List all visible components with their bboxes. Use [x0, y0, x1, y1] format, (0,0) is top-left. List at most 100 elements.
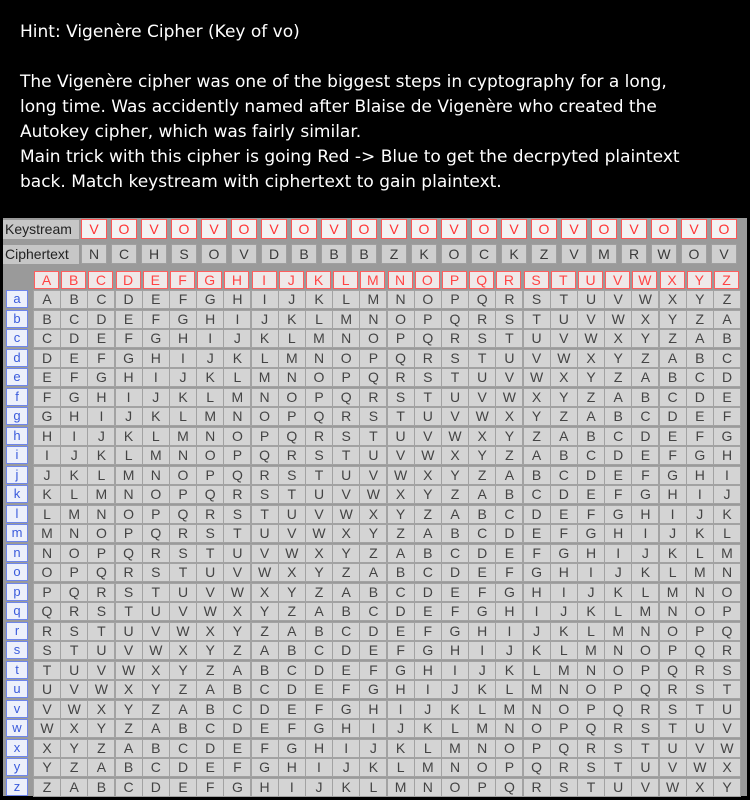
tabula-cell: R: [332, 407, 361, 426]
tabula-cell: T: [495, 329, 524, 348]
tabula-cell: W: [196, 602, 225, 621]
tabula-cell: D: [522, 504, 551, 524]
tabula-cell: Y: [386, 504, 415, 524]
tabula-cell: C: [468, 524, 497, 543]
tabula-cell: W: [522, 368, 551, 387]
tabula-cell: M: [413, 758, 442, 777]
tabula-cell: K: [60, 465, 89, 485]
tabula-cell: S: [33, 641, 61, 660]
tabula-cell: D: [495, 524, 524, 543]
tabula-cell: W: [685, 758, 714, 777]
tabula-cell: G: [87, 368, 116, 387]
tabula-cell: C: [169, 738, 197, 758]
tabula-cell: K: [549, 621, 578, 641]
tabula-cell: A: [685, 329, 714, 348]
tabula-cell: H: [141, 348, 170, 368]
tabula-cell: H: [386, 680, 415, 699]
tabula-cell: L: [33, 504, 61, 524]
tabula-cell: K: [305, 290, 333, 309]
tabula-cell: P: [441, 290, 469, 309]
row-label-letter: h: [6, 426, 28, 445]
tabula-cell: B: [87, 777, 116, 797]
tabula-cell: A: [713, 309, 741, 329]
tabula-cell: S: [60, 621, 89, 641]
tabula-cell: X: [332, 524, 361, 543]
tabula-cell: A: [141, 719, 170, 738]
tabula-cell: C: [713, 348, 741, 368]
tabula-cell: N: [631, 621, 660, 641]
tabula-cell: E: [604, 465, 633, 485]
column-header-letter: B: [61, 271, 87, 289]
tabula-cell: J: [114, 407, 143, 426]
tabula-cell: O: [713, 582, 741, 602]
tabula-cell: A: [359, 563, 388, 582]
tabula-cell: H: [413, 660, 442, 680]
tabula-cell: J: [87, 426, 116, 446]
tabula-cell: W: [277, 543, 306, 563]
tabula-cell: B: [114, 758, 143, 777]
ciphertext-letter: H: [141, 244, 167, 264]
ciphertext-letter: O: [441, 244, 467, 264]
tabula-cell: W: [114, 660, 143, 680]
tabula-cell: W: [468, 407, 497, 426]
column-header-letter: Z: [714, 271, 739, 289]
tabula-cell: A: [413, 524, 442, 543]
tabula-cell: V: [386, 446, 415, 465]
tabula-cell: P: [495, 758, 524, 777]
tabula-cell: K: [577, 602, 605, 621]
tabula-cell: A: [114, 738, 143, 758]
keystream-letter: V: [621, 219, 647, 239]
tabula-cell: S: [277, 465, 306, 485]
tabula-cell: Y: [332, 543, 361, 563]
tabula-cell: D: [631, 426, 660, 446]
tabula-cell: L: [468, 699, 497, 719]
tabula-cell: A: [604, 387, 633, 407]
row-label-letter: g: [6, 407, 28, 425]
tabula-cell: U: [114, 621, 143, 641]
tabula-cell: S: [250, 485, 279, 504]
column-header-letter: J: [278, 271, 304, 289]
tabula-cell: M: [250, 368, 279, 387]
tabula-cell: Z: [468, 465, 497, 485]
tabula-cell: N: [359, 309, 388, 329]
tabula-cell: Z: [658, 329, 687, 348]
tabula-cell: N: [386, 290, 415, 309]
tabula-cell: P: [332, 368, 361, 387]
row-label-letter: r: [6, 621, 28, 640]
tabula-cell: P: [631, 660, 660, 680]
tabula-cell: I: [223, 309, 252, 329]
row-label-letter: v: [6, 699, 28, 718]
tabula-cell: I: [685, 485, 714, 504]
tabula-cell: R: [685, 660, 714, 680]
tabula-cell: B: [223, 680, 252, 699]
hint-line: Main trick with this cipher is going Red…: [20, 147, 680, 167]
tabula-cell: V: [658, 758, 687, 777]
tabula-cell: K: [359, 758, 388, 777]
tabula-cell: W: [413, 446, 442, 465]
tabula-cell: R: [658, 680, 687, 699]
tabula-cell: S: [359, 407, 388, 426]
tabula-cell: M: [685, 563, 714, 582]
tabula-cell: L: [141, 426, 170, 446]
tabula-cell: M: [713, 543, 741, 563]
tabula-cell: F: [604, 485, 633, 504]
tabula-cell: K: [413, 719, 442, 738]
tabula-cell: Y: [631, 329, 660, 348]
tabula-cell: D: [33, 348, 61, 368]
tabula-cell: Q: [277, 426, 306, 446]
tabula-cell: C: [577, 446, 605, 465]
keystream-letter: V: [561, 219, 587, 239]
tabula-cell: D: [685, 387, 714, 407]
tabula-cell: W: [359, 485, 388, 504]
ciphertext-label: Ciphertext: [3, 245, 79, 264]
tabula-cell: L: [685, 543, 714, 563]
column-header-letter: Q: [469, 271, 495, 289]
tabula-cell: H: [305, 738, 333, 758]
keystream-letter: O: [711, 219, 737, 239]
keystream-letter: O: [591, 219, 617, 239]
tabula-cell: T: [386, 407, 415, 426]
tabula-cell: C: [196, 719, 225, 738]
tabula-cell: R: [549, 758, 578, 777]
tabula-cell: Q: [468, 290, 497, 309]
tabula-cell: Z: [386, 524, 415, 543]
